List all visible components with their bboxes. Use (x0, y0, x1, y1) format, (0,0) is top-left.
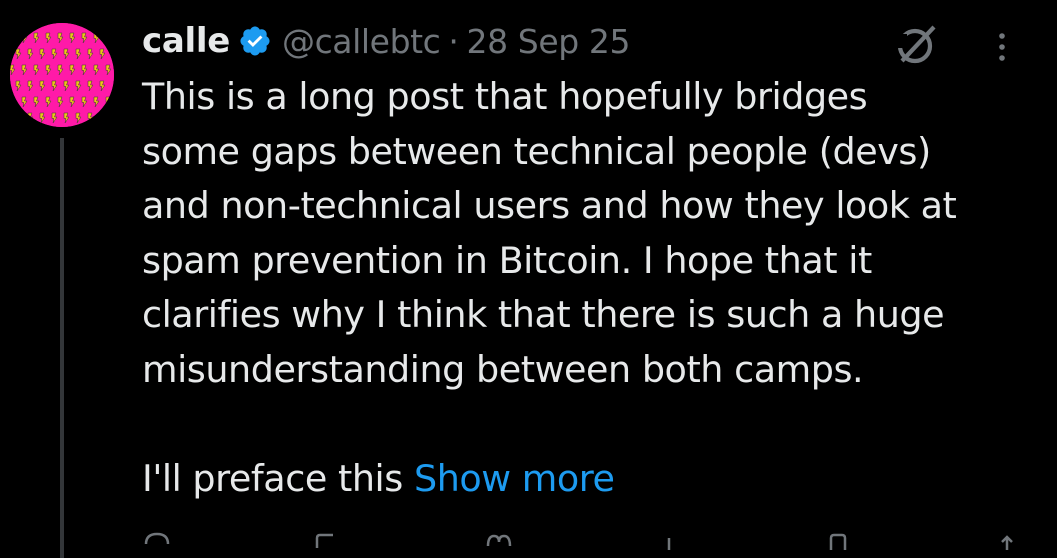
action-bar (142, 530, 1022, 550)
post-line: This is a long post that hopefully bridg… (142, 75, 868, 118)
post-line-prefix: I'll preface this (142, 456, 414, 500)
avatar[interactable] (10, 23, 114, 127)
post-line: some gaps between technical people (devs… (142, 129, 931, 173)
tweet: calle @callebtc · 28 Sep 25 This is a lo… (0, 0, 1057, 558)
grok-icon[interactable] (893, 20, 941, 68)
thread-line (60, 138, 64, 558)
views-icon[interactable] (654, 530, 684, 550)
like-icon[interactable] (484, 530, 514, 550)
post-line: clarifies why I think that there is such… (142, 293, 945, 336)
avatar-pattern-icon (10, 23, 114, 127)
more-vertical-icon[interactable] (990, 22, 1014, 70)
share-icon[interactable] (992, 530, 1022, 550)
repost-icon[interactable] (311, 530, 345, 550)
post-line: and non-technical users and how they loo… (142, 184, 957, 227)
bookmark-icon[interactable] (823, 530, 853, 550)
separator-dot: · (448, 21, 459, 61)
verified-badge-icon[interactable] (238, 24, 272, 58)
post-line: misunderstanding between both camps. (142, 347, 864, 391)
post-last-line: I'll preface this Show more (142, 452, 1042, 507)
post-line: spam prevention in Bitcoin. I hope that … (142, 238, 872, 282)
post-body: This is a long post that hopefully bridg… (142, 70, 1042, 506)
show-more-link[interactable]: Show more (414, 457, 615, 500)
author-handle[interactable]: @callebtc (282, 22, 441, 61)
author-name[interactable]: calle (142, 21, 230, 61)
post-header: calle @callebtc · 28 Sep 25 (142, 16, 630, 66)
reply-icon[interactable] (142, 530, 172, 550)
post-date[interactable]: 28 Sep 25 (467, 22, 631, 61)
